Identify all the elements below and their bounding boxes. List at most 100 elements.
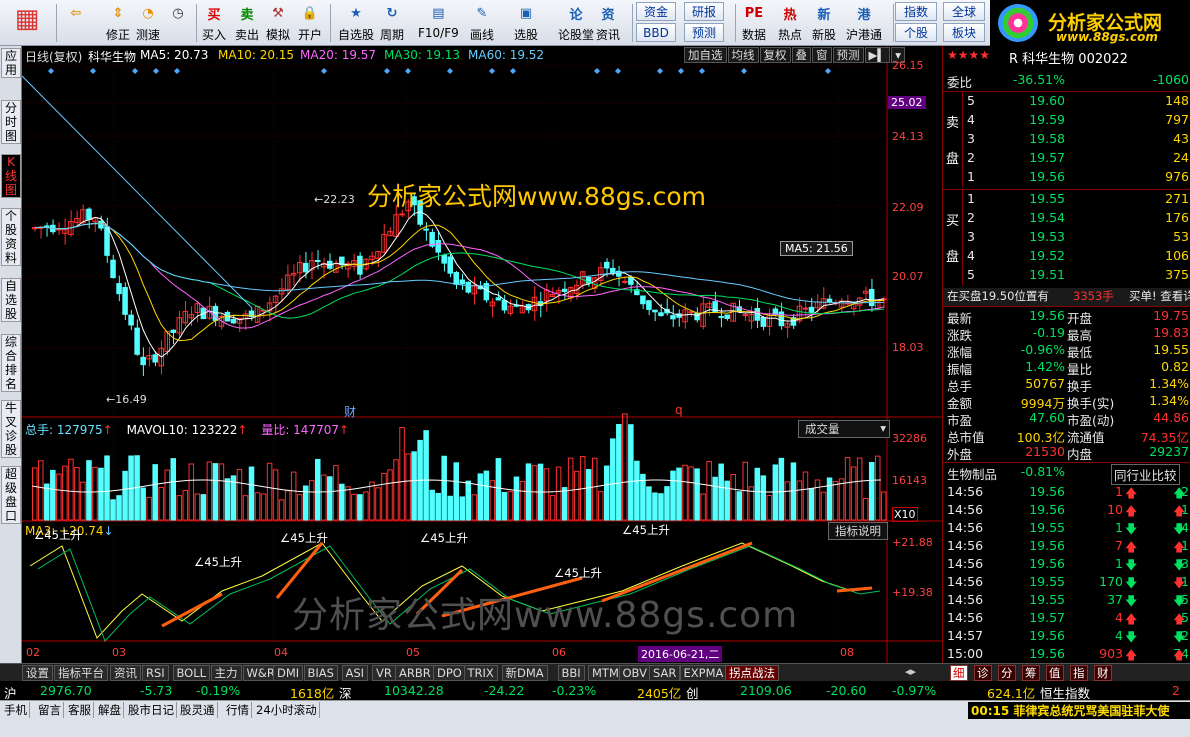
indicator-tab[interactable]: 主力 [211,665,242,681]
indicator-tab[interactable]: ARBR [395,665,435,681]
indicator-tab[interactable]: BBI [558,665,585,681]
indicator-tab[interactable]: EXPMA [680,665,728,681]
lock-button[interactable]: 🔒 开户 [298,2,322,44]
status-button[interactable]: 股灵通 [178,702,218,718]
volume-bar [875,456,880,520]
indicator-tab[interactable]: OBV [619,665,651,681]
indicator-help-button[interactable]: 指标说明 [828,522,888,540]
hk-button[interactable]: 港沪港通 [846,2,882,44]
volume-bar [303,486,308,520]
left-tab-0[interactable]: 应用 [1,48,21,78]
tick-row: 14:56 19.55 170 1 🡇 🡇 [943,574,1190,592]
forum-icon: 论 [564,2,588,24]
sell-button[interactable]: 卖卖出 [235,2,259,44]
chart-tool-0[interactable]: 加自选 [684,47,727,63]
clock-button[interactable]: ◷ [166,2,190,44]
pen-button[interactable]: ✎ 画线 [470,2,494,44]
volume-bar [647,487,652,520]
q-marker[interactable]: q [675,403,683,417]
indicator-tab[interactable]: BOLL [173,665,211,681]
indicator-tab[interactable]: RSI [142,665,169,681]
hot-button[interactable]: 热热点 [778,2,802,44]
windows-button[interactable]: ▦ [10,2,44,44]
toolbar-small-button[interactable]: 指数 [895,2,937,21]
indicator-tab[interactable]: SAR [649,665,680,681]
quote-tab[interactable]: 财 [1094,665,1112,681]
event-diamond [321,68,327,74]
toolbar-small-button[interactable]: 资金 [636,2,676,21]
left-tab-7[interactable]: 超级盘口 [1,466,21,524]
news-button[interactable]: 资资讯 [596,2,620,44]
chart-tool-4[interactable]: 窗 [812,47,832,63]
indicator-tab[interactable]: ASI [342,665,369,681]
chart-tool-5[interactable]: 预测 [833,47,864,63]
tab-nav-icon[interactable]: ◂▸ [905,665,916,678]
industry-row-cell[interactable]: 同行业比较 [1111,464,1180,485]
chart-tool-3[interactable]: 叠 [792,47,812,63]
newstock-button[interactable]: 新新股 [812,2,836,44]
pe-button[interactable]: PE 数据 [742,2,766,44]
status-button[interactable]: 客服 [66,702,94,718]
quote-tab[interactable]: 指 [1070,665,1088,681]
status-button[interactable]: 解盘 [96,702,124,718]
quote-tab[interactable]: 诊 [974,665,992,681]
status-button[interactable]: 24小时滚动 [254,702,320,718]
candle-body [424,229,429,230]
news-ticker[interactable]: 00:15 菲律宾总统咒骂美国驻菲大使 [968,702,1190,719]
indicator-tab-bar: 设置 指标平台 资讯 RSI BOLL 主力 W&R DMI BIAS ASI VR ARBR DPO T… [0,663,1190,681]
left-tab-6[interactable]: 牛叉诊股 [1,400,21,458]
volume-bar [297,495,302,520]
toolbar-small-button[interactable]: BBD [636,23,676,42]
toolbar-small-button[interactable]: 预测 [684,23,724,42]
indicator-tab[interactable]: 指标平台 [54,665,108,681]
left-tab-1[interactable]: 分时图 [1,100,21,144]
volume-bar [57,474,62,520]
status-button[interactable]: 手机 [2,702,30,718]
stat-row-cell: 1.34% [1149,376,1189,391]
chart-nav-icon[interactable]: ▶▍ [865,47,891,63]
f10-button[interactable]: ▤ F10/F9 [418,2,459,44]
status-button[interactable]: 行情 [224,702,252,718]
finance-marker[interactable]: 财 [344,403,356,420]
indicator-tab[interactable]: 新DMA [502,665,548,681]
status-button[interactable]: 留言 [36,702,64,718]
indicator-tab[interactable]: VR [372,665,396,681]
buy-row-cell: 19.55 [1029,191,1065,206]
forum-button[interactable]: 论论股堂 [558,2,594,44]
brand-logo: 分析家公式网 www.88gs.com [990,0,1190,46]
arrows-updown-button[interactable]: ⇕ 修正 [106,2,130,44]
toolbar-small-button[interactable]: 研报 [684,2,724,21]
quote-tab[interactable]: 细 [950,665,968,681]
kline-chart-area[interactable]: 日线(复权) 科华生物 MA5: 20.73 MA10: 20.15 MA20:… [22,46,942,663]
cycle-button[interactable]: ↻ 周期 [380,2,404,44]
hammer-button[interactable]: ⚒ 模拟 [266,2,290,44]
toolbar-small-button[interactable]: 板块 [943,23,985,42]
buy-button[interactable]: 买买入 [202,2,226,44]
indicator-tab[interactable]: BIAS [304,665,338,681]
indicator-tab[interactable]: TRIX [464,665,498,681]
chart-tool-1[interactable]: 均线 [728,47,759,63]
left-tab-2[interactable]: K线图 [1,154,21,198]
left-tab-3[interactable]: 个股资料 [1,208,21,266]
back-arrow-button[interactable]: ⇦ [64,2,88,44]
volume-selector[interactable]: 成交量 ▾ [798,420,890,438]
stat-row: 外盘 21530 内盘 29237 [943,444,1190,462]
indicator-tab[interactable]: 拐点战法 [725,665,779,681]
indicator-tab[interactable]: 资讯 [110,665,141,681]
left-tab-4[interactable]: 自选股 [1,278,21,322]
select-button[interactable]: ▣ 选股 [514,2,538,44]
volume-bar [508,492,513,520]
quote-tab[interactable]: 值 [1046,665,1064,681]
indicator-tab[interactable]: DPO [433,665,466,681]
quote-tab[interactable]: 分 [998,665,1016,681]
left-tab-5[interactable]: 综合排名 [1,334,21,392]
toolbar-small-button[interactable]: 全球 [943,2,985,21]
star-button[interactable]: ★ 自选股 [338,2,374,44]
quote-tab[interactable]: 筹 [1022,665,1040,681]
status-button[interactable]: 股市日记 [126,702,177,718]
speed-button[interactable]: ◔ 测速 [136,2,160,44]
toolbar-small-button[interactable]: 个股 [895,23,937,42]
indicator-tab[interactable]: DMI [273,665,303,681]
chart-tool-2[interactable]: 复权 [760,47,791,63]
indicator-tab[interactable]: 设置 [22,665,53,681]
